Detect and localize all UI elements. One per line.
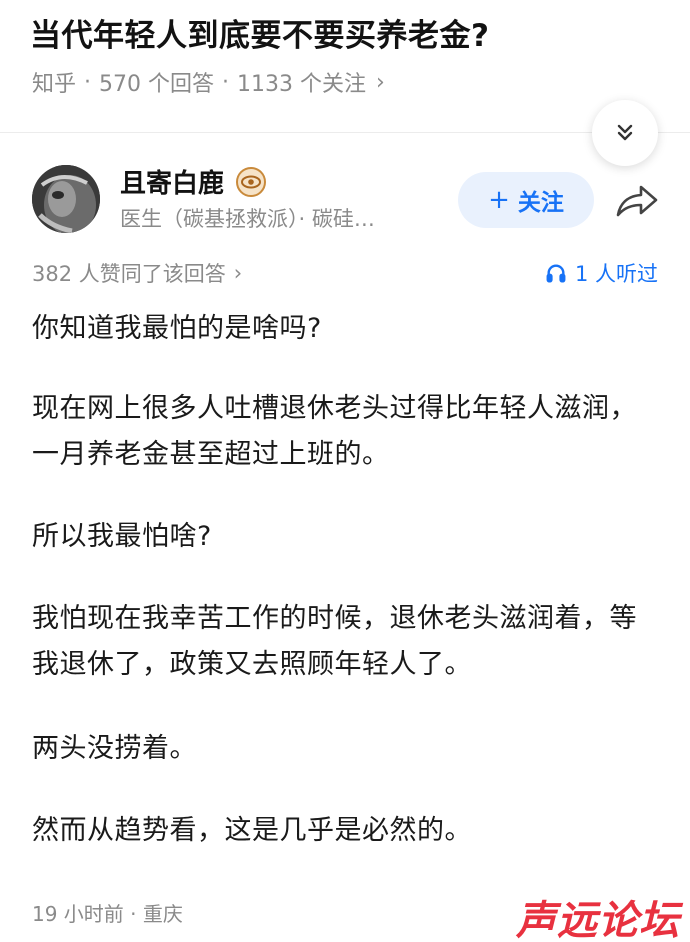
chevron-right-icon: ›: [376, 69, 385, 95]
answer-paragraph: 现在网上很多人吐槽退休老头过得比年轻人滋润，一月养老金甚至超过上班的。: [32, 393, 637, 470]
double-chevron-down-icon: [617, 124, 633, 141]
answer-paragraph: 然而从趋势看，这是几乎是必然的。: [32, 815, 472, 846]
collapse-button[interactable]: [592, 100, 658, 166]
answer-count: 570 个回答: [99, 72, 215, 97]
share-arrow-icon: [616, 185, 658, 217]
listener-count: 1 人听过: [574, 262, 658, 286]
answer-paragraph: 所以我最怕啥?: [32, 521, 212, 552]
source-label: 知乎: [32, 72, 77, 97]
follow-button[interactable]: + 关注: [458, 172, 594, 228]
divider: [0, 132, 690, 133]
headphones-icon: [546, 264, 566, 283]
author-name[interactable]: 且寄白鹿: [120, 163, 267, 200]
chevron-right-icon: ›: [233, 261, 243, 285]
author-bio: 医生（碳基拯救派）· 碳硅…: [120, 207, 375, 231]
answer-paragraph: 两头没捞着。: [32, 733, 197, 764]
share-button[interactable]: [612, 180, 662, 222]
question-meta[interactable]: 知乎 · 570 个回答 · 1133 个关注 ›: [32, 66, 385, 98]
separator-dot: ·: [84, 69, 92, 95]
watermark-logo: 声远论坛: [516, 897, 680, 942]
vote-count: 382 人赞同了该回答: [32, 262, 226, 286]
follow-label: 关注: [517, 190, 564, 216]
answer-paragraph: 我怕现在我幸苦工作的时候，退休老头滋润着，等我退休了，政策又去照顾年轻人了。: [32, 603, 637, 680]
author-name-text: 且寄白鹿: [120, 169, 225, 199]
vote-info[interactable]: 382 人赞同了该回答 ›: [32, 258, 242, 288]
question-title[interactable]: 当代年轻人到底要不要买养老金?: [30, 10, 489, 55]
answer-time-location: 19 小时前 · 重庆: [32, 902, 183, 926]
answer-paragraph: 你知道我最怕的是啥吗?: [32, 313, 322, 344]
avatar[interactable]: [32, 165, 100, 233]
separator-dot: ·: [222, 69, 230, 95]
listen-info[interactable]: 1 人听过: [545, 258, 658, 288]
follower-count: 1133 个关注: [237, 72, 366, 97]
eye-badge-icon: [236, 166, 267, 197]
plus-icon: +: [488, 185, 510, 215]
